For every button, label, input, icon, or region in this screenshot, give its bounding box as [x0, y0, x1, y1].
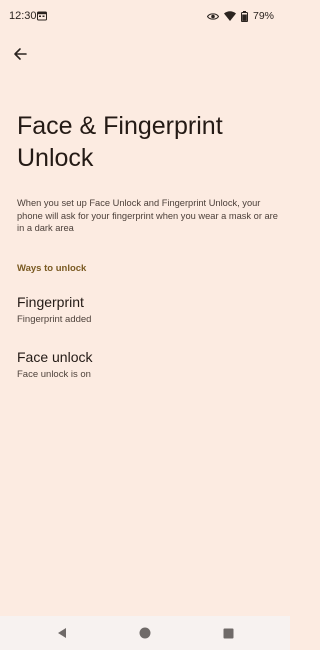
back-button[interactable]: [8, 42, 32, 66]
circle-home-icon: [139, 627, 151, 639]
battery-icon: [240, 10, 248, 22]
item-summary: Fingerprint added: [17, 314, 92, 325]
page-title: Face & Fingerprint Unlock: [17, 112, 223, 172]
status-bar: 12:30 79%: [0, 0, 290, 34]
item-title: Fingerprint: [17, 294, 84, 310]
status-icons: 79%: [206, 10, 274, 22]
item-title: Face unlock: [17, 349, 93, 365]
page-description: When you set up Face Unlock and Fingerpr…: [17, 198, 278, 233]
nav-recents-button[interactable]: [218, 623, 238, 643]
battery-percent: 79%: [252, 10, 274, 22]
item-summary: Face unlock is on: [17, 369, 91, 380]
eye-icon: [206, 12, 219, 20]
calendar-icon: [37, 11, 47, 21]
section-header-ways-to-unlock: Ways to unlock: [17, 263, 87, 274]
arrow-back-icon: [14, 48, 27, 60]
square-recents-icon: [223, 628, 233, 638]
wifi-icon: [223, 11, 236, 21]
status-time: 12:30: [9, 10, 37, 22]
navigation-bar: [0, 616, 290, 650]
list-item-face-unlock[interactable]: Face unlock Face unlock is on: [0, 349, 290, 397]
nav-home-button[interactable]: [135, 623, 155, 643]
nav-back-button[interactable]: [52, 623, 72, 643]
list-item-fingerprint[interactable]: Fingerprint Fingerprint added: [0, 294, 290, 342]
triangle-back-icon: [58, 628, 66, 638]
